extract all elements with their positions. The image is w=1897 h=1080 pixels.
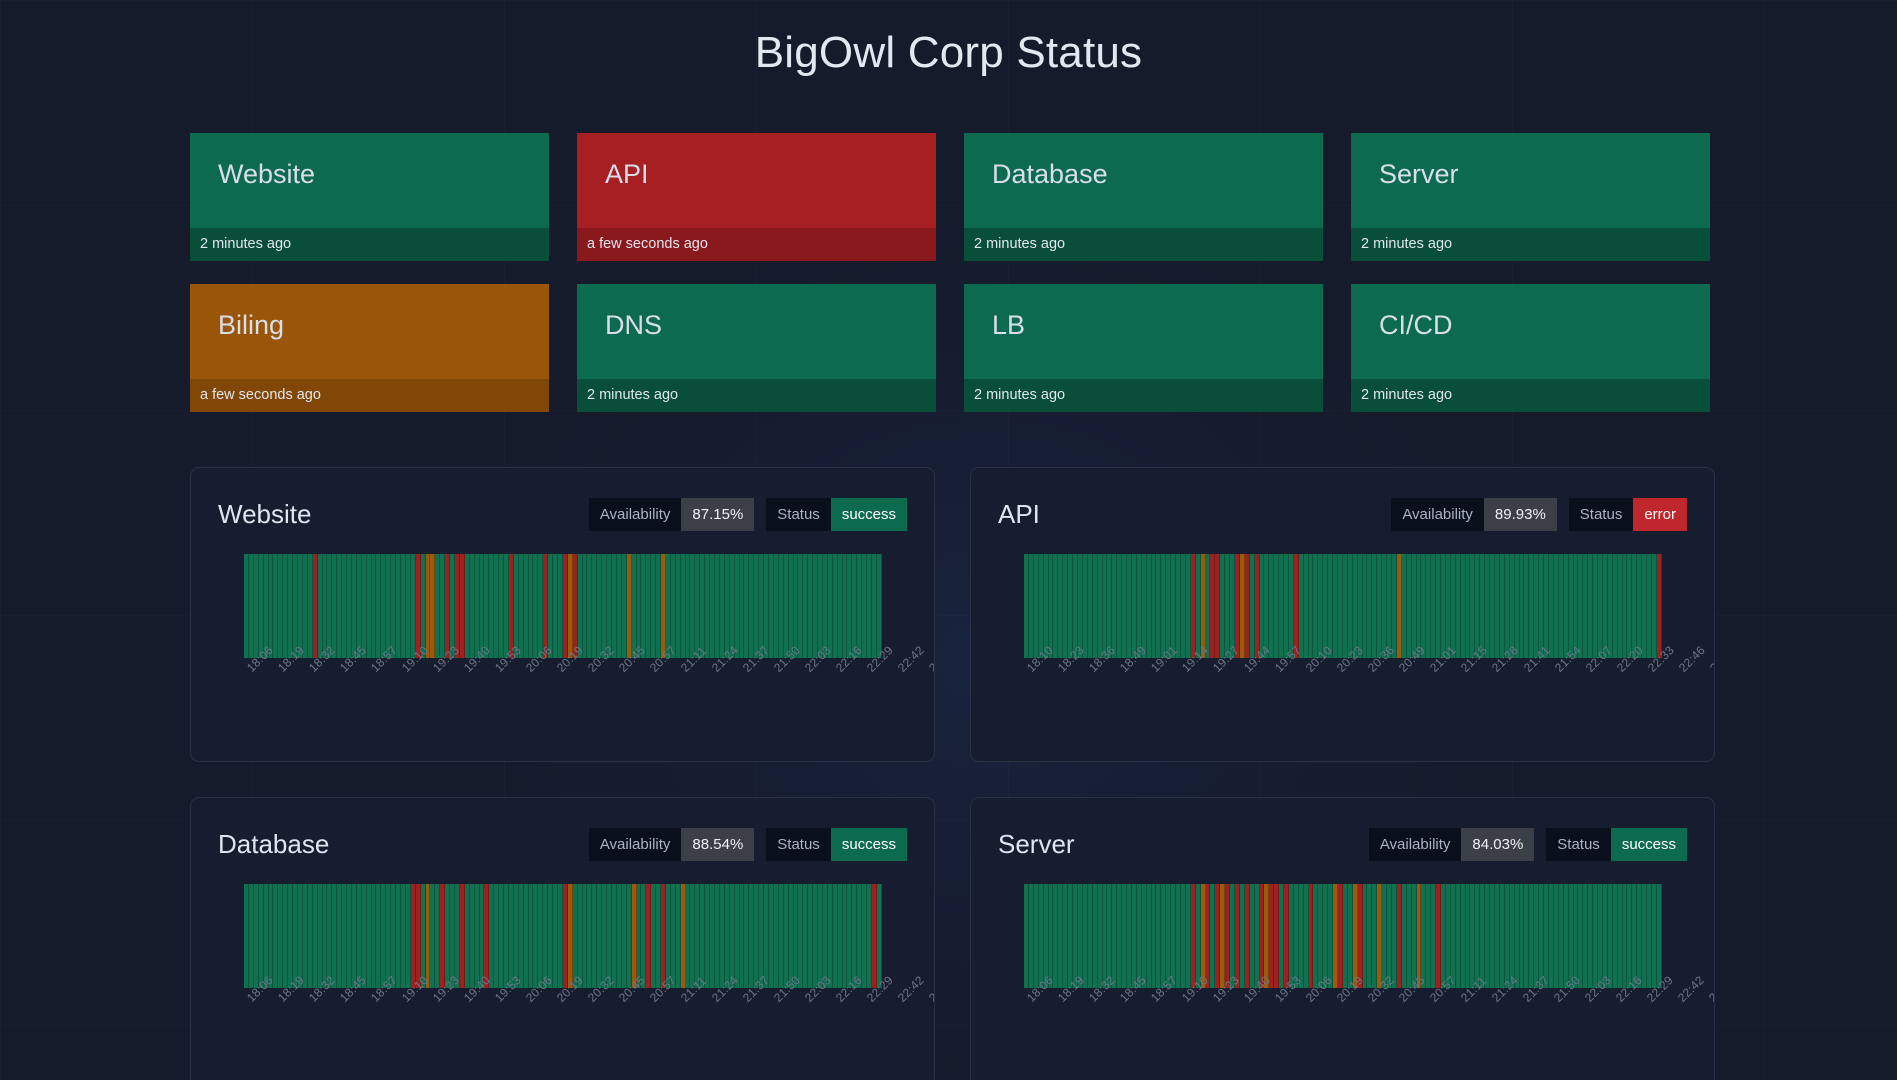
- status-card-timestamp: a few seconds ago: [190, 379, 549, 412]
- status-badge: Statussuccess: [1546, 828, 1687, 861]
- status-card-timestamp: 2 minutes ago: [1351, 228, 1710, 261]
- service-panel-database: DatabaseAvailability88.54% Statussuccess 1…: [190, 797, 935, 1080]
- panel-title: Website: [218, 499, 589, 530]
- status-card-timestamp: 2 minutes ago: [190, 228, 549, 261]
- uptime-chart-api: 18:1018:2318:3618:4919:0119:1419:2719:44…: [998, 554, 1687, 715]
- uptime-bar[interactable]: [1657, 884, 1662, 988]
- service-panel-grid: WebsiteAvailability87.15%Statussuccess18…: [190, 467, 1897, 1080]
- status-label: Status: [1569, 498, 1634, 531]
- uptime-chart-website: 18:0618:1918:3218:4518:5719:1019:2319:40…: [218, 554, 907, 715]
- status-card-server[interactable]: Server 2 minutes ago: [1351, 133, 1710, 261]
- uptime-bars[interactable]: [244, 554, 881, 658]
- panel-badges: Availability87.15% Statussuccess: [589, 498, 907, 531]
- uptime-bar[interactable]: [877, 884, 882, 988]
- status-card-name: Server: [1351, 133, 1710, 188]
- x-axis-ticks: 18:0618:1918:3218:4518:5719:1019:2319:40…: [244, 665, 881, 715]
- status-value: success: [831, 498, 907, 531]
- availability-label: Availability: [589, 498, 682, 531]
- status-badge: Statussuccess: [766, 498, 907, 531]
- availability-label: Availability: [1391, 498, 1484, 531]
- availability-value: 84.03%: [1461, 828, 1534, 861]
- x-axis-ticks: 18:0618:1918:3218:4518:5719:1019:2319:40…: [1024, 995, 1661, 1045]
- service-panel-api: APIAvailability89.93% Statuserror 18:1018:…: [970, 467, 1715, 762]
- availability-badge: Availability89.93%: [1391, 498, 1556, 531]
- status-card-name: CI/CD: [1351, 284, 1710, 339]
- status-card-name: API: [577, 133, 936, 188]
- panel-badges: Availability89.93% Statuserror: [1391, 498, 1687, 531]
- status-card-dns[interactable]: DNS 2 minutes ago: [577, 284, 936, 412]
- status-card-api[interactable]: API a few seconds ago: [577, 133, 936, 261]
- status-card-name: Database: [964, 133, 1323, 188]
- status-card-name: Website: [190, 133, 549, 188]
- panel-title: Database: [218, 829, 589, 860]
- service-panel-server: ServerAvailability84.03% Statussuccess 18:…: [970, 797, 1715, 1080]
- panel-title: API: [998, 499, 1391, 530]
- status-card-timestamp: 2 minutes ago: [577, 379, 936, 412]
- uptime-bars[interactable]: [1024, 554, 1661, 658]
- status-value: success: [831, 828, 907, 861]
- status-card-ci-cd[interactable]: CI/CD 2 minutes ago: [1351, 284, 1710, 412]
- panel-title: Server: [998, 829, 1369, 860]
- availability-badge: Availability88.54%: [589, 828, 754, 861]
- status-card-timestamp: a few seconds ago: [577, 228, 936, 261]
- status-badge: Statuserror: [1569, 498, 1687, 531]
- uptime-bars[interactable]: [244, 884, 881, 988]
- panel-badges: Availability88.54% Statussuccess: [589, 828, 907, 861]
- x-axis-ticks: 18:1018:2318:3618:4919:0119:1419:2719:44…: [1024, 665, 1661, 715]
- availability-value: 87.15%: [681, 498, 754, 531]
- status-dashboard-page: BigOwl Corp Status Website 2 minutes ago A…: [0, 0, 1897, 1080]
- uptime-bars[interactable]: [1024, 884, 1661, 988]
- status-card-website[interactable]: Website 2 minutes ago: [190, 133, 549, 261]
- status-card-name: LB: [964, 284, 1323, 339]
- availability-badge: Availability84.03%: [1369, 828, 1534, 861]
- status-card-timestamp: 2 minutes ago: [964, 379, 1323, 412]
- panel-header: WebsiteAvailability87.15% Statussuccess: [218, 494, 907, 534]
- service-panel-website: WebsiteAvailability87.15% Statussuccess 18…: [190, 467, 935, 762]
- availability-badge: Availability87.15%: [589, 498, 754, 531]
- availability-label: Availability: [589, 828, 682, 861]
- status-card-database[interactable]: Database 2 minutes ago: [964, 133, 1323, 261]
- availability-label: Availability: [1369, 828, 1462, 861]
- panel-badges: Availability84.03% Statussuccess: [1369, 828, 1687, 861]
- status-value: error: [1633, 498, 1687, 531]
- status-label: Status: [766, 828, 831, 861]
- status-card-grid: Website 2 minutes ago API a few seconds ago…: [190, 133, 1897, 412]
- status-card-name: Biling: [190, 284, 549, 339]
- status-card-lb[interactable]: LB 2 minutes ago: [964, 284, 1323, 412]
- page-title: BigOwl Corp Status: [0, 0, 1897, 78]
- status-card-name: DNS: [577, 284, 936, 339]
- panel-header: DatabaseAvailability88.54% Statussuccess: [218, 824, 907, 864]
- uptime-chart-database: 18:0618:1918:3218:4518:5719:1019:2319:40…: [218, 884, 907, 1045]
- status-value: success: [1611, 828, 1687, 861]
- status-label: Status: [766, 498, 831, 531]
- panel-header: ServerAvailability84.03% Statussuccess: [998, 824, 1687, 864]
- uptime-chart-server: 18:0618:1918:3218:4518:5719:1019:2319:40…: [998, 884, 1687, 1045]
- status-card-timestamp: 2 minutes ago: [1351, 379, 1710, 412]
- availability-value: 89.93%: [1484, 498, 1557, 531]
- uptime-bar[interactable]: [1657, 554, 1662, 658]
- x-axis-ticks: 18:0618:1918:3218:4518:5719:1019:2319:40…: [244, 995, 881, 1045]
- availability-value: 88.54%: [681, 828, 754, 861]
- status-card-timestamp: 2 minutes ago: [964, 228, 1323, 261]
- status-card-biling[interactable]: Biling a few seconds ago: [190, 284, 549, 412]
- panel-header: APIAvailability89.93% Statuserror: [998, 494, 1687, 534]
- status-badge: Statussuccess: [766, 828, 907, 861]
- uptime-bar[interactable]: [877, 554, 882, 658]
- status-label: Status: [1546, 828, 1611, 861]
